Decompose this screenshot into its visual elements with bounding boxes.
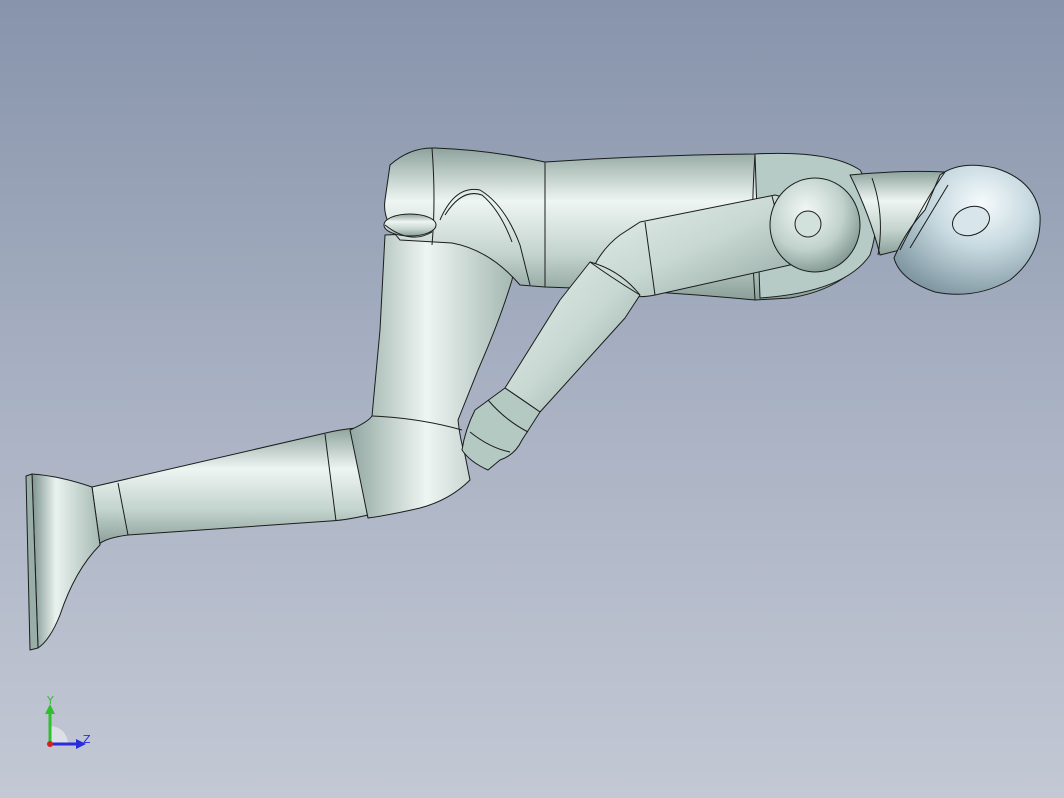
lower-leg[interactable] [91, 427, 381, 546]
z-axis-label: Z [83, 733, 91, 746]
y-axis-label: Y [46, 696, 54, 707]
mannequin-model[interactable] [0, 0, 1064, 798]
coordinate-triad: Y Z [45, 696, 91, 749]
triad-plane-icon [50, 726, 68, 744]
x-axis-dot [47, 741, 53, 747]
shoulder-joint[interactable] [769, 177, 861, 273]
thigh[interactable] [349, 233, 521, 519]
foot[interactable] [25, 473, 101, 651]
3d-model-viewport[interactable]: Y Z [0, 0, 1064, 798]
